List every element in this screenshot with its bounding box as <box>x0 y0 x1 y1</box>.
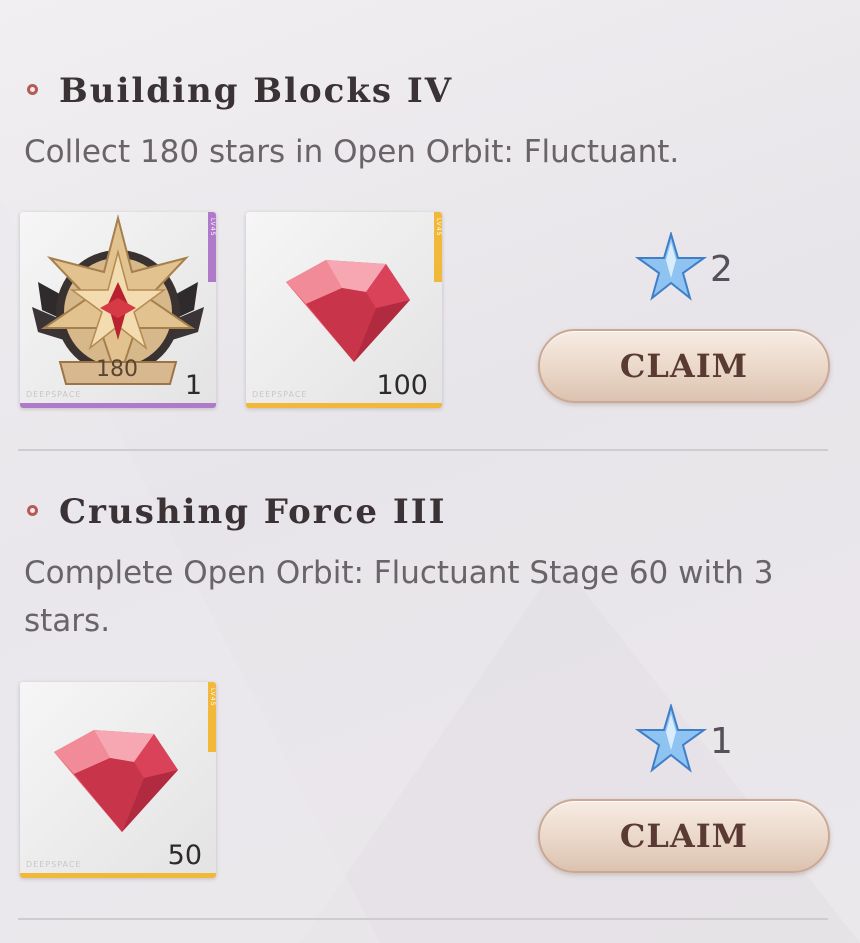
bullet-icon <box>27 84 38 95</box>
reward-item-emblem[interactable]: 180 LV45 DEEPSPACE 1 <box>20 212 216 408</box>
points-reward: 1 <box>634 704 733 778</box>
item-brand-watermark: DEEPSPACE <box>26 860 82 869</box>
divider <box>18 918 828 920</box>
item-brand-watermark: DEEPSPACE <box>252 390 308 399</box>
rarity-bottom-bar <box>20 403 216 408</box>
quest-description: Collect 180 stars in Open Orbit: Fluctua… <box>24 134 680 170</box>
emblem-badge-label: 180 <box>96 357 138 382</box>
claim-button[interactable]: CLAIM <box>538 329 830 403</box>
item-level-label: LV45 <box>209 688 216 707</box>
points-value: 2 <box>710 248 733 290</box>
reward-item-diamond[interactable]: LV45 DEEPSPACE 50 <box>20 682 216 878</box>
claim-button[interactable]: CLAIM <box>538 799 830 873</box>
divider <box>18 449 828 451</box>
rarity-bottom-bar <box>20 873 216 878</box>
item-count: 100 <box>376 370 428 401</box>
quest-description: Complete Open Orbit: Fluctuant Stage 60 … <box>24 555 774 639</box>
claim-button-label: CLAIM <box>619 817 749 855</box>
reward-item-diamond[interactable]: LV45 DEEPSPACE 100 <box>246 212 442 408</box>
item-count: 1 <box>184 370 202 401</box>
item-count: 50 <box>167 840 202 871</box>
item-brand-watermark: DEEPSPACE <box>26 390 82 399</box>
claim-button-label: CLAIM <box>619 347 749 385</box>
item-level-label: LV45 <box>209 218 216 237</box>
blue-star-icon <box>634 704 708 773</box>
item-level-label: LV45 <box>435 218 442 237</box>
points-reward: 2 <box>634 232 733 306</box>
quest-title: Crushing Force III <box>59 492 447 532</box>
points-value: 1 <box>710 720 733 762</box>
rarity-bottom-bar <box>246 403 442 408</box>
quest-title: Building Blocks IV <box>59 71 454 111</box>
blue-star-icon <box>634 232 708 301</box>
bullet-icon <box>27 505 38 516</box>
